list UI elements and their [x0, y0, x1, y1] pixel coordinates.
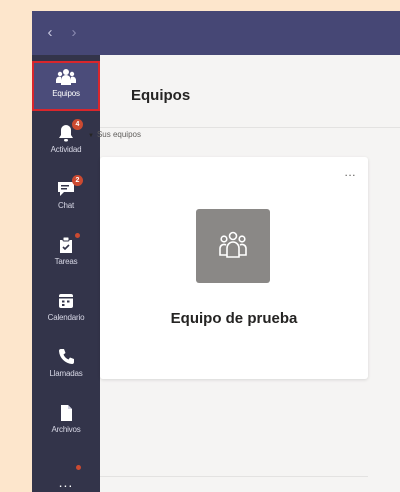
rail-item-calendario[interactable]: Calendario	[32, 285, 100, 335]
rail-item-label: Archivos	[51, 425, 81, 434]
caret-down-icon: ▼	[88, 133, 94, 139]
chat-badge: 2	[72, 175, 83, 186]
chevron-left-icon[interactable]: ‹	[42, 24, 58, 42]
rail-item-chat[interactable]: 2 Chat	[32, 173, 100, 223]
title-bar: ‹ ›	[32, 11, 400, 55]
rail-item-archivos[interactable]: Archivos	[32, 397, 100, 447]
more-options-icon[interactable]: ...	[344, 165, 356, 179]
activity-badge: 4	[72, 119, 83, 130]
rail-item-label: Llamadas	[49, 369, 83, 378]
rail-item-label: Calendario	[47, 313, 85, 322]
rail-item-label: Equipos	[52, 89, 80, 98]
app-rail: Equipos 4 Actividad 2 Chat Tareas Calend…	[32, 55, 100, 492]
rail-item-label: Tareas	[54, 257, 78, 266]
tasks-notification-dot	[75, 233, 80, 238]
rail-item-actividad[interactable]: 4 Actividad	[32, 117, 100, 167]
more-apps-icon: ...	[58, 474, 74, 490]
more-apps-notification-dot	[76, 465, 81, 470]
teams-icon	[56, 68, 76, 86]
rail-item-equipos[interactable]: Equipos	[32, 61, 100, 111]
files-icon	[56, 404, 76, 422]
chat-icon: 2	[56, 175, 83, 198]
section-label: Sus equipos	[96, 130, 141, 139]
phone-icon	[56, 348, 76, 366]
chevron-right-icon[interactable]: ›	[66, 24, 82, 42]
calendar-icon	[56, 292, 76, 310]
rail-item-llamadas[interactable]: Llamadas	[32, 341, 100, 391]
divider	[100, 476, 368, 477]
section-toggle-sus-equipos[interactable]: ▼ Sus equipos	[88, 130, 141, 139]
more-apps-button[interactable]: ...	[32, 465, 100, 490]
team-card[interactable]: ... Equipo de prueba	[100, 157, 368, 379]
team-avatar-icon	[196, 209, 270, 283]
rail-item-label: Actividad	[50, 145, 82, 154]
page-header: Equipos	[100, 55, 400, 128]
bell-icon: 4	[56, 119, 83, 142]
tasks-icon	[56, 233, 80, 254]
team-name: Equipo de prueba	[170, 310, 298, 327]
rail-item-label: Chat	[57, 201, 75, 210]
rail-item-tareas[interactable]: Tareas	[32, 229, 100, 279]
page-title: Equipos	[131, 87, 191, 104]
